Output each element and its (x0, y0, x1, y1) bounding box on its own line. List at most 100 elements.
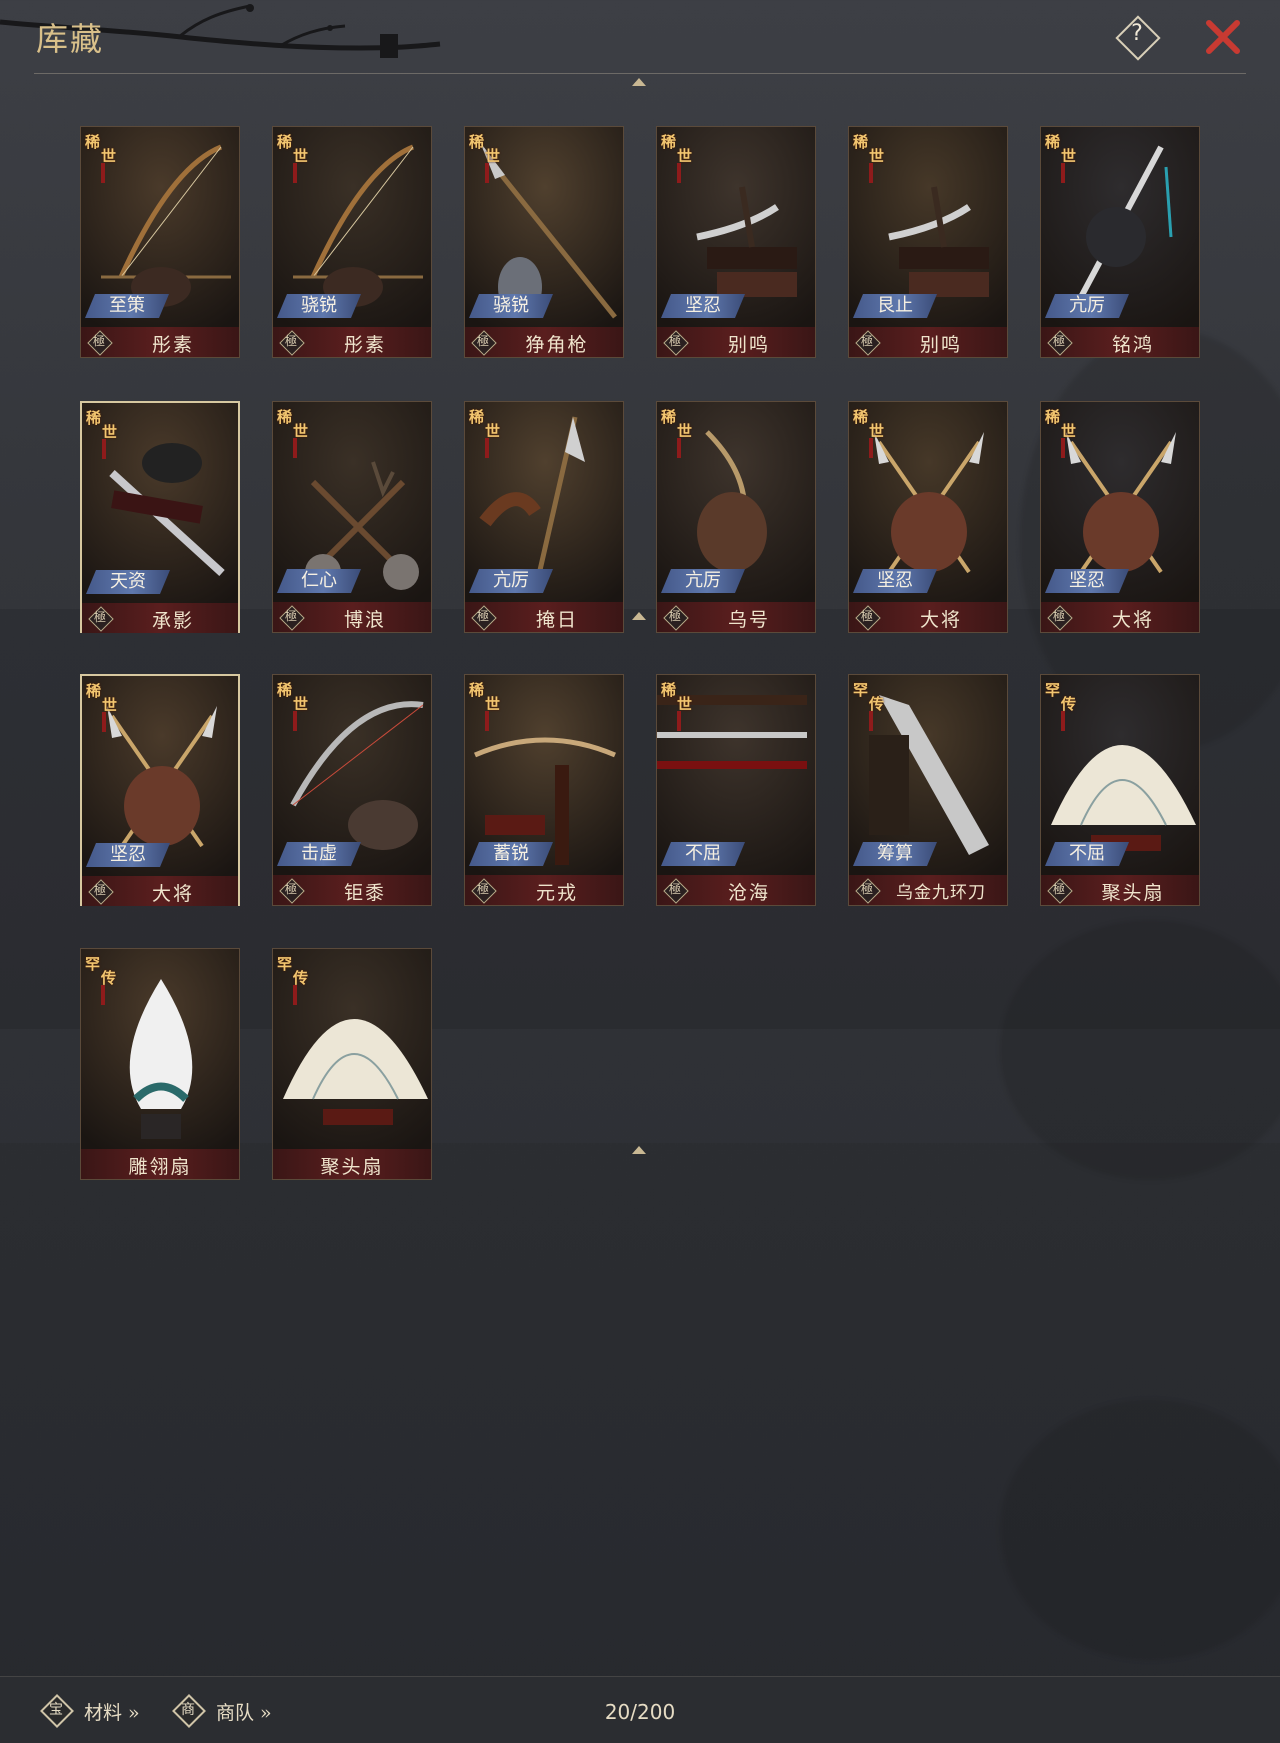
item-card[interactable]: 稀世不屈極 沧海 (656, 674, 816, 906)
item-name-bar: 極 掩日 (465, 602, 623, 632)
trait-tag: 天资 (86, 570, 170, 594)
item-name-bar: 極 铭鸿 (1041, 327, 1199, 357)
header: 库藏 ? (0, 0, 1280, 76)
item-card[interactable]: 稀世骁锐極 彤素 (272, 126, 432, 358)
tassel-decoration (1061, 711, 1065, 731)
caravan-icon: 商 (172, 1694, 206, 1728)
grade-char: 極 (668, 609, 681, 623)
rarity-char: 稀 (469, 133, 485, 151)
item-name: 大将 (919, 609, 962, 631)
item-card[interactable]: 稀世艮止極 别鸣 (848, 126, 1008, 358)
grade-icon: 極 (663, 605, 689, 631)
grade-char: 極 (476, 882, 489, 896)
grade-char: 極 (1052, 334, 1065, 348)
item-name-bar: 極 彤素 (273, 327, 431, 357)
caravan-label: 商队 » (216, 1702, 272, 1724)
item-card[interactable]: 稀世至策極 彤素 (80, 126, 240, 358)
item-name-bar: 極 彤素 (81, 327, 239, 357)
treasure-icon: 宝 (40, 1694, 74, 1728)
item-name: 大将 (151, 883, 194, 905)
rarity-char: 稀 (85, 133, 101, 151)
tassel-decoration (677, 163, 681, 183)
item-card[interactable]: 稀世蓄锐極 元戎 (464, 674, 624, 906)
tassel-decoration (677, 711, 681, 731)
close-button[interactable] (1202, 16, 1244, 58)
tassel-decoration (101, 163, 105, 183)
item-name: 乌号 (727, 609, 770, 631)
trait-tag: 不屈 (1045, 842, 1129, 866)
scroll-caret (632, 612, 646, 620)
rarity-badge: 稀世 (86, 680, 120, 732)
item-card[interactable]: 稀世坚忍極 大将 (848, 401, 1008, 633)
tassel-decoration (677, 438, 681, 458)
header-divider (34, 73, 1246, 74)
item-card[interactable]: 稀世骁锐極 狰角枪 (464, 126, 624, 358)
item-name: 掩日 (535, 609, 578, 631)
grade-char: 極 (1052, 882, 1065, 896)
background-silhouette (1000, 1400, 1280, 1660)
item-card[interactable]: 稀世坚忍極 大将 (1040, 401, 1200, 633)
rarity-char: 稀 (853, 133, 869, 151)
rarity-char: 稀 (661, 681, 677, 699)
item-name-bar: 極 别鸣 (849, 327, 1007, 357)
grade-icon: 極 (1047, 878, 1073, 904)
materials-button[interactable]: 宝 材料 » (40, 1694, 160, 1728)
item-name: 聚头扇 (1101, 882, 1165, 904)
item-card[interactable]: 罕传不屈極 聚头扇 (1040, 674, 1200, 906)
grade-icon: 極 (855, 605, 881, 631)
item-card[interactable]: 稀世坚忍極 大将 (80, 674, 240, 906)
item-name: 狰角枪 (525, 334, 589, 356)
grade-char: 極 (284, 882, 297, 896)
trait-tag: 仁心 (277, 569, 361, 593)
item-card[interactable]: 罕传雕翎扇 (80, 948, 240, 1180)
grade-icon: 極 (87, 330, 113, 356)
grade-char: 極 (93, 883, 106, 897)
item-card[interactable]: 罕传筹算極 乌金九环刀 (848, 674, 1008, 906)
rarity-char: 稀 (661, 133, 677, 151)
item-name-bar: 聚头扇 (273, 1149, 431, 1179)
rarity-badge: 稀世 (853, 131, 887, 183)
grade-char: 極 (860, 882, 873, 896)
rarity-char: 罕 (853, 681, 869, 699)
item-name: 别鸣 (727, 334, 770, 356)
item-card[interactable]: 稀世坚忍極 别鸣 (656, 126, 816, 358)
grade-char: 極 (284, 334, 297, 348)
item-card[interactable]: 稀世亢厉極 掩日 (464, 401, 624, 633)
rarity-char: 稀 (469, 408, 485, 426)
grade-char: 極 (284, 609, 297, 623)
rarity-badge: 稀世 (86, 407, 120, 459)
tassel-decoration (293, 438, 297, 458)
grade-char: 極 (668, 882, 681, 896)
grade-icon: 極 (471, 330, 497, 356)
tassel-decoration (485, 163, 489, 183)
rarity-char: 稀 (1045, 408, 1061, 426)
grade-icon: 極 (1047, 605, 1073, 631)
rarity-badge: 罕传 (85, 953, 119, 1005)
item-card[interactable]: 稀世亢厉極 铭鸿 (1040, 126, 1200, 358)
rarity-badge: 罕传 (277, 953, 311, 1005)
tassel-decoration (485, 711, 489, 731)
item-name-bar: 極 博浪 (273, 602, 431, 632)
item-card[interactable]: 稀世天资極 承影 (80, 401, 240, 633)
item-name: 元戎 (535, 882, 578, 904)
grade-char: 極 (476, 609, 489, 623)
item-card[interactable]: 罕传聚头扇 (272, 948, 432, 1180)
grade-icon: 極 (663, 330, 689, 356)
trait-tag: 至策 (85, 294, 169, 318)
trait-tag: 亢厉 (469, 569, 553, 593)
grade-icon: 極 (663, 878, 689, 904)
item-card[interactable]: 稀世亢厉極 乌号 (656, 401, 816, 633)
help-button[interactable]: ? (1115, 15, 1161, 61)
item-name: 承影 (151, 610, 194, 632)
item-name: 乌金九环刀 (896, 883, 986, 903)
item-card[interactable]: 稀世仁心極 博浪 (272, 401, 432, 633)
item-name: 彤素 (151, 334, 194, 356)
scroll-up-caret (632, 78, 646, 86)
grade-char: 極 (860, 609, 873, 623)
caravan-button[interactable]: 商 商队 » (172, 1694, 292, 1728)
trait-tag: 筹算 (853, 842, 937, 866)
trait-tag: 击虚 (277, 842, 361, 866)
item-card[interactable]: 稀世击虚極 钜黍 (272, 674, 432, 906)
item-name-bar: 極 乌号 (657, 602, 815, 632)
trait-tag: 亢厉 (661, 569, 745, 593)
